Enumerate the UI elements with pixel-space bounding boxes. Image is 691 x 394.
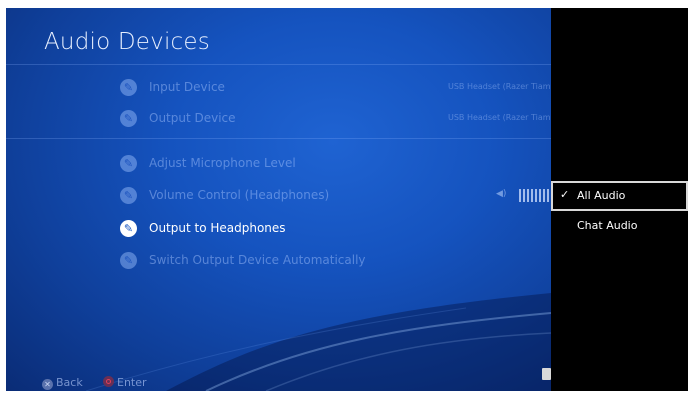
wrench-icon: ✎: [120, 220, 137, 237]
setting-label: Volume Control (Headphones): [149, 188, 330, 202]
footer-back-hint[interactable]: ✕ Back: [42, 376, 83, 390]
wrench-icon: ✎: [120, 155, 137, 172]
settings-background: Audio Devices ✎ Input Device USB Headset…: [6, 8, 551, 391]
page-title: Audio Devices: [44, 29, 210, 55]
back-label: Back: [56, 376, 83, 389]
setting-row-output-to-headphones[interactable]: ✎ Output to Headphones: [6, 216, 551, 242]
option-label: Chat Audio: [577, 219, 638, 232]
ps4-settings-screen: Audio Devices ✎ Input Device USB Headset…: [0, 0, 691, 394]
dropdown-option-chat-audio[interactable]: Chat Audio: [551, 211, 688, 241]
section-divider: [6, 138, 551, 139]
setting-label: Adjust Microphone Level: [149, 156, 296, 170]
setting-row-output-device[interactable]: ✎ Output Device USB Headset (Razer Tiama…: [6, 106, 551, 132]
setting-row-input-device[interactable]: ✎ Input Device USB Headset (Razer Tiamat…: [6, 75, 551, 101]
wrench-icon: ✎: [120, 110, 137, 127]
output-to-headphones-dropdown: ✓ All Audio Chat Audio: [551, 8, 688, 391]
setting-row-microphone-level[interactable]: ✎ Adjust Microphone Level: [6, 151, 551, 177]
setting-value: USB Headset (Razer Tiamat...: [448, 82, 551, 91]
footer-enter-hint[interactable]: Enter: [103, 376, 147, 389]
setting-row-volume-control[interactable]: ✎ Volume Control (Headphones) ◀): [6, 183, 551, 209]
volume-level-bars: [519, 189, 551, 202]
checkmark-icon: ✓: [560, 188, 570, 201]
setting-value: USB Headset (Razer Tiamat...: [448, 113, 551, 122]
wrench-icon: ✎: [120, 79, 137, 96]
option-label: All Audio: [577, 189, 626, 202]
dropdown-option-all-audio[interactable]: ✓ All Audio: [551, 181, 688, 211]
wrench-icon: ✎: [120, 252, 137, 269]
setting-label: Output to Headphones: [149, 221, 286, 235]
wrench-icon: ✎: [120, 187, 137, 204]
setting-label: Input Device: [149, 80, 225, 94]
speaker-icon: ◀): [496, 189, 507, 199]
title-divider: [6, 64, 551, 65]
setting-label: Output Device: [149, 111, 236, 125]
circle-button-icon: [103, 376, 114, 387]
setting-row-switch-output-automatically[interactable]: ✎ Switch Output Device Automatically: [6, 248, 551, 274]
cross-button-icon: ✕: [42, 379, 53, 390]
enter-label: Enter: [117, 376, 147, 389]
options-button-icon: [542, 368, 551, 380]
setting-label: Switch Output Device Automatically: [149, 253, 366, 267]
